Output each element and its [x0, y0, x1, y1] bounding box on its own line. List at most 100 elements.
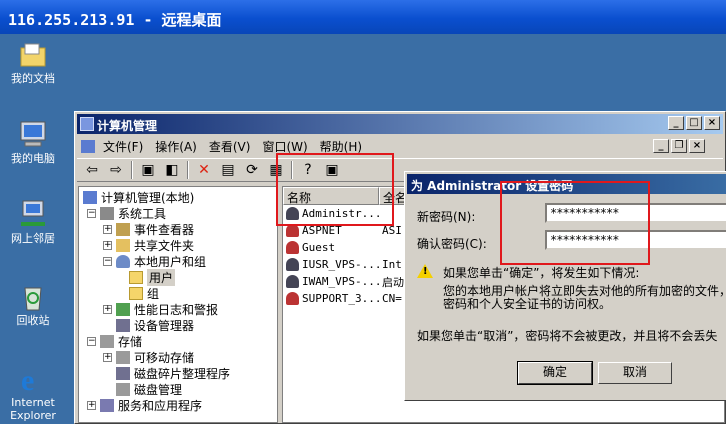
collapse-icon[interactable]: − — [87, 208, 96, 218]
tree-perf-logs[interactable]: + 性能日志和警报 — [103, 301, 218, 317]
expand-icon[interactable]: + — [103, 352, 112, 362]
my-computer-icon — [20, 121, 46, 147]
tree-groups[interactable]: 组 — [129, 285, 159, 301]
tree-label: 系统工具 — [118, 206, 167, 221]
close-button[interactable]: × — [704, 116, 720, 130]
tree-label: 本地用户和组 — [134, 254, 207, 269]
tree-label: 存储 — [118, 334, 143, 349]
computer-management-icon — [80, 117, 94, 131]
warning-heading: 如果您单击“确定”，将发生如下情况: — [443, 266, 640, 280]
tree-event-viewer[interactable]: + 事件查看器 — [103, 221, 194, 237]
desktop-icon-label: 我的电脑 — [11, 152, 55, 165]
refresh-icon[interactable]: ⟳ — [241, 160, 263, 180]
tree-label: 磁盘碎片整理程序 — [134, 366, 231, 381]
set-password-dialog: 为 Administrator 设置密码 新密码(N): ***********… — [404, 171, 726, 401]
user-name: IWAM_VPS-... — [302, 275, 379, 288]
dialog-title-bar[interactable]: 为 Administrator 设置密码 — [407, 174, 726, 194]
child-restore-button[interactable]: ❐ — [671, 139, 687, 153]
user-name: SUPPORT_3... — [302, 292, 379, 305]
menu-window[interactable]: 窗口(W) — [256, 138, 313, 155]
tree-root[interactable]: 计算机管理(本地) — [83, 189, 194, 205]
desktop-icon-label: Internet Explorer — [10, 396, 56, 422]
tree-device-manager[interactable]: 设备管理器 — [116, 317, 194, 333]
child-close-button[interactable]: × — [689, 139, 705, 153]
back-arrow-icon[interactable]: ⇦ — [81, 160, 103, 180]
desktop-icon-label: 回收站 — [16, 314, 50, 327]
cancel-button[interactable]: 取消 — [598, 362, 672, 384]
tree-label: 用户 — [147, 268, 176, 286]
console-tree: 计算机管理(本地) − 系统工具 + 事件查看器 + 共享文件夹 − 本地用户和… — [78, 186, 278, 423]
disk-management-icon — [116, 382, 130, 396]
device-manager-icon — [116, 318, 130, 332]
window-title-bar[interactable]: 计算机管理 _ □ × — [77, 114, 723, 134]
toolbar-separator — [187, 161, 189, 179]
tree-services-apps[interactable]: + 服务和应用程序 — [87, 397, 202, 413]
warning-detail-2: 密码和个人安全证书的访问权。 — [443, 297, 612, 311]
up-folder-icon[interactable]: ▣ — [137, 160, 159, 180]
ok-button[interactable]: 确定 — [517, 361, 593, 385]
delete-icon[interactable]: ✕ — [193, 160, 215, 180]
desktop-icon-network[interactable]: 网上邻居 — [0, 198, 66, 245]
properties-icon[interactable]: ▤ — [217, 160, 239, 180]
child-minimize-button[interactable]: _ — [653, 139, 669, 153]
tree-label: 计算机管理(本地) — [101, 190, 195, 205]
tree-shared-folders[interactable]: + 共享文件夹 — [103, 237, 194, 253]
menu-action[interactable]: 操作(A) — [149, 138, 203, 155]
expand-icon[interactable]: + — [103, 240, 112, 250]
expand-icon[interactable]: + — [87, 400, 96, 410]
export-list-icon[interactable]: ▦ — [265, 160, 287, 180]
collapse-icon[interactable]: − — [103, 256, 112, 266]
recycle-bin-icon — [24, 287, 42, 311]
user-icon — [286, 207, 299, 220]
tree-label: 共享文件夹 — [134, 238, 195, 253]
menu-help[interactable]: 帮助(H) — [314, 138, 368, 155]
folder-icon — [129, 270, 143, 284]
menu-bar: 文件(F) 操作(A) 查看(V) 窗口(W) 帮助(H) _ ❐ × — [77, 136, 723, 156]
tree-local-users-groups[interactable]: − 本地用户和组 — [103, 253, 206, 269]
show-tree-icon[interactable]: ◧ — [161, 160, 183, 180]
tree-label: 磁盘管理 — [134, 382, 183, 397]
confirm-password-input[interactable]: *********** — [545, 230, 726, 250]
help-icon[interactable]: ? — [297, 160, 319, 180]
tree-disk-management[interactable]: 磁盘管理 — [116, 381, 182, 397]
desktop-icon-my-computer[interactable]: 我的电脑 — [0, 118, 66, 165]
tree-defrag[interactable]: 磁盘碎片整理程序 — [116, 365, 230, 381]
tree-label: 设备管理器 — [134, 318, 195, 333]
storage-icon — [100, 334, 114, 348]
tools-icon — [100, 206, 114, 220]
user-name: ASPNET — [302, 224, 342, 237]
disabled-user-icon — [286, 241, 299, 254]
menu-view[interactable]: 查看(V) — [203, 138, 257, 155]
new-password-input[interactable]: *********** — [545, 203, 726, 223]
network-places-icon — [21, 200, 45, 226]
services-icon — [100, 398, 114, 412]
disabled-user-icon — [286, 292, 299, 305]
new-user-icon[interactable]: ▣ — [321, 160, 343, 180]
cancel-note: 如果您单击“取消”，密码将不会被更改，并且将不会丢失 — [417, 329, 718, 343]
tree-label: 可移动存储 — [134, 350, 195, 365]
warning-icon — [417, 264, 433, 278]
folder-icon — [129, 286, 143, 300]
menu-file[interactable]: 文件(F) — [97, 138, 149, 155]
expand-icon[interactable]: + — [103, 304, 112, 314]
desktop-icon-ie[interactable]: e Internet Explorer — [0, 362, 66, 422]
performance-icon — [116, 302, 130, 316]
tree-storage[interactable]: − 存储 — [87, 333, 142, 349]
disabled-user-icon — [286, 224, 299, 237]
event-viewer-icon — [116, 222, 130, 236]
confirm-password-label: 确认密码(C): — [417, 237, 487, 251]
tree-users[interactable]: 用户 — [129, 268, 176, 286]
tree-label: 事件查看器 — [134, 222, 195, 237]
desktop-icon-my-documents[interactable]: 我的文档 — [0, 38, 66, 85]
document-icon — [81, 139, 95, 153]
forward-arrow-icon[interactable]: ⇨ — [105, 160, 127, 180]
defrag-icon — [116, 366, 130, 380]
tree-system-tools[interactable]: − 系统工具 — [87, 205, 166, 221]
minimize-button[interactable]: _ — [668, 116, 684, 130]
maximize-button[interactable]: □ — [686, 116, 702, 130]
collapse-icon[interactable]: − — [87, 336, 96, 346]
expand-icon[interactable]: + — [103, 224, 112, 234]
tree-removable-storage[interactable]: + 可移动存储 — [103, 349, 194, 365]
column-header-name[interactable]: 名称 — [283, 187, 379, 205]
desktop-icon-recycle-bin[interactable]: 回收站 — [0, 280, 66, 327]
